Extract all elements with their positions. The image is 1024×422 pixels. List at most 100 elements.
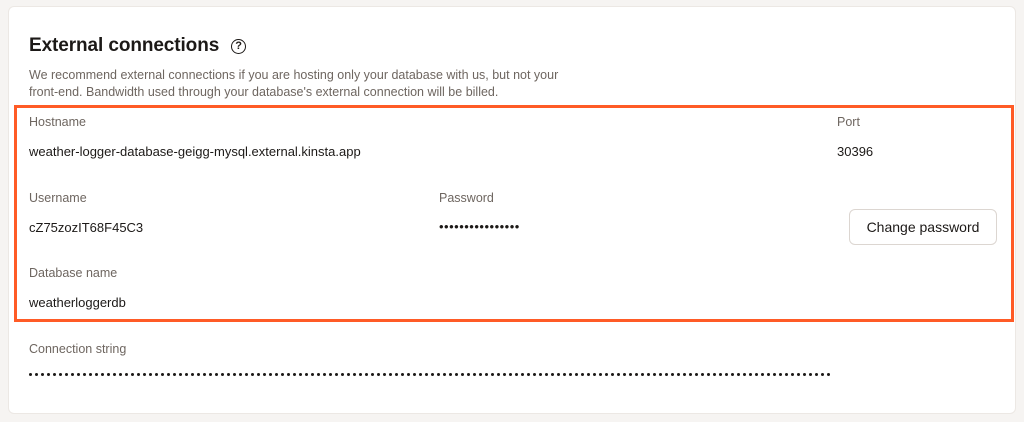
mask-dot: [167, 372, 170, 376]
mask-dot: [665, 372, 668, 376]
mask-dot: [461, 372, 464, 376]
mask-dot: [809, 372, 812, 376]
mask-dot: [587, 372, 590, 376]
mask-dot: [713, 372, 716, 376]
hostname-value[interactable]: weather-logger-database-geigg-mysql.exte…: [29, 144, 361, 159]
mask-dot: [137, 372, 140, 376]
mask-dot: [779, 372, 782, 376]
mask-dot: [551, 372, 554, 376]
mask-dot: [575, 372, 578, 376]
mask-dot: [509, 372, 512, 376]
mask-dot: [773, 372, 776, 376]
mask-dot: [143, 372, 146, 376]
mask-dot: [53, 372, 56, 376]
mask-dot: [335, 372, 338, 376]
mask-dot: [83, 372, 86, 376]
mask-dot: [599, 372, 602, 376]
mask-dot: [527, 372, 530, 376]
mask-dot: [449, 372, 452, 376]
username-label: Username: [29, 191, 87, 205]
mask-dot: [257, 372, 260, 376]
mask-dot: [209, 372, 212, 376]
mask-dot: [635, 372, 638, 376]
mask-dot: [719, 372, 722, 376]
mask-dot: [539, 372, 542, 376]
mask-dot: [179, 372, 182, 376]
mask-dot: [173, 372, 176, 376]
mask-dot: [359, 372, 362, 376]
mask-dot: [827, 372, 830, 376]
mask-dot: [305, 372, 308, 376]
mask-dot: [767, 372, 770, 376]
mask-dot: [617, 372, 620, 376]
mask-dot: [299, 372, 302, 376]
connection-string-value[interactable]: [29, 371, 849, 377]
mask-dot: [89, 372, 92, 376]
mask-dot: [161, 372, 164, 376]
mask-dot: [671, 372, 674, 376]
mask-dot: [155, 372, 158, 376]
mask-dot: [29, 372, 32, 376]
mask-dot: [455, 372, 458, 376]
database-name-value[interactable]: weatherloggerdb: [29, 295, 126, 310]
mask-dot: [371, 372, 374, 376]
mask-dot: [131, 372, 134, 376]
mask-dot: [677, 372, 680, 376]
mask-dot: [701, 372, 704, 376]
mask-dot: [125, 372, 128, 376]
mask-dot: [731, 372, 734, 376]
mask-dot: [323, 372, 326, 376]
mask-dot: [653, 372, 656, 376]
mask-dot: [491, 372, 494, 376]
mask-dot: [347, 372, 350, 376]
mask-dot: [41, 372, 44, 376]
mask-dot: [695, 372, 698, 376]
mask-dot: [557, 372, 560, 376]
mask-dot: [197, 372, 200, 376]
port-value[interactable]: 30396: [837, 144, 873, 159]
mask-dot: [785, 372, 788, 376]
mask-dot: [545, 372, 548, 376]
mask-dot: [341, 372, 344, 376]
port-label: Port: [837, 115, 860, 129]
mask-dot: [641, 372, 644, 376]
change-password-button[interactable]: Change password: [849, 209, 997, 245]
mask-dot: [797, 372, 800, 376]
mask-dot: [107, 372, 110, 376]
mask-dot: [383, 372, 386, 376]
mask-dot: [95, 372, 98, 376]
password-value[interactable]: ••••••••••••••••: [439, 219, 520, 234]
mask-dot: [467, 372, 470, 376]
mask-dot: [185, 372, 188, 376]
mask-dot: [755, 372, 758, 376]
mask-dot: [569, 372, 572, 376]
mask-dot: [479, 372, 482, 376]
mask-dot: [413, 372, 416, 376]
mask-dot: [263, 372, 266, 376]
mask-dot: [425, 372, 428, 376]
mask-dot: [761, 372, 764, 376]
mask-dot: [293, 372, 296, 376]
mask-dot: [389, 372, 392, 376]
username-value[interactable]: cZ75zozIT68F45C3: [29, 220, 143, 235]
mask-dot: [743, 372, 746, 376]
question-circle-icon[interactable]: ?: [231, 38, 247, 54]
mask-dot: [59, 372, 62, 376]
mask-dot: [503, 372, 506, 376]
mask-dot: [791, 372, 794, 376]
mask-dot: [239, 372, 242, 376]
mask-dot: [77, 372, 80, 376]
mask-dot: [521, 372, 524, 376]
mask-dot: [329, 372, 332, 376]
section-title: External connections: [29, 35, 220, 56]
mask-dot: [401, 372, 404, 376]
mask-dot: [803, 372, 806, 376]
section-header: External connections ?: [29, 35, 247, 57]
mask-dot: [431, 372, 434, 376]
external-connections-card: External connections ? We recommend exte…: [8, 6, 1016, 414]
mask-dot: [581, 372, 584, 376]
mask-dot: [245, 372, 248, 376]
mask-dot: [233, 372, 236, 376]
mask-dot: [269, 372, 272, 376]
mask-dot: [395, 372, 398, 376]
